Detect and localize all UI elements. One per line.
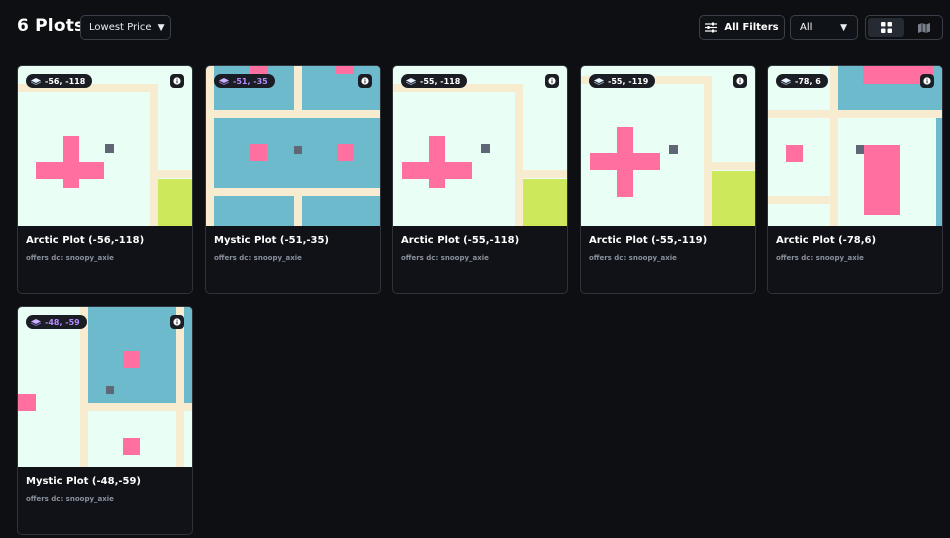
caret-down-icon: ▼	[840, 22, 847, 33]
info-icon	[548, 77, 556, 85]
plot-icon	[406, 77, 416, 85]
plot-name: Arctic Plot (-55,-119)	[589, 235, 708, 246]
coordinate-badge: -78, 6	[776, 74, 828, 88]
plot-icon	[31, 318, 41, 326]
plot-offer: offers dc: snoopy_axie	[776, 254, 864, 262]
plot-card[interactable]: -78, 6 Arctic Plot (-78,6) offers dc: sn…	[767, 65, 943, 294]
info-button[interactable]	[920, 74, 934, 88]
plot-map-thumbnail	[393, 66, 567, 226]
grid-icon	[880, 22, 892, 33]
info-icon	[736, 77, 744, 85]
plot-card[interactable]: -48, -59 Mystic Plot (-48,-59) offers dc…	[17, 306, 193, 535]
info-button[interactable]	[358, 74, 372, 88]
coordinate-text: -56, -118	[45, 76, 86, 86]
info-button[interactable]	[733, 74, 747, 88]
toolbar: 6 Plots Lowest Price ▼ All Filters All ▼	[0, 0, 950, 56]
plot-name: Arctic Plot (-56,-118)	[26, 235, 145, 246]
plot-card[interactable]: -56, -118 Arctic Plot (-56,-118) offers …	[17, 65, 193, 294]
sort-label: Lowest Price	[89, 22, 152, 33]
plot-card[interactable]: -55, -118 Arctic Plot (-55,-118) offers …	[392, 65, 568, 294]
all-filters-button[interactable]: All Filters	[699, 15, 785, 40]
coordinate-badge: -55, -118	[401, 74, 468, 88]
info-button[interactable]	[170, 315, 184, 329]
plot-type-value: All	[800, 22, 813, 33]
coordinate-badge: -56, -118	[26, 74, 93, 88]
plot-icon	[594, 77, 604, 85]
info-icon	[361, 77, 369, 85]
plot-name: Mystic Plot (-51,-35)	[214, 235, 329, 246]
plot-offer: offers dc: snoopy_axie	[589, 254, 677, 262]
map-icon	[918, 22, 930, 33]
page-title: 6 Plots	[17, 16, 85, 36]
info-icon	[173, 77, 181, 85]
plot-offer: offers dc: snoopy_axie	[214, 254, 302, 262]
plot-map-thumbnail	[581, 66, 755, 226]
plot-name: Arctic Plot (-55,-118)	[401, 235, 520, 246]
plot-card[interactable]: -55, -119 Arctic Plot (-55,-119) offers …	[580, 65, 756, 294]
info-button[interactable]	[170, 74, 184, 88]
grid-view-button[interactable]	[868, 18, 904, 37]
plot-offer: offers dc: snoopy_axie	[401, 254, 489, 262]
sort-dropdown[interactable]: Lowest Price ▼	[80, 15, 171, 40]
plot-offer: offers dc: snoopy_axie	[26, 254, 114, 262]
coordinate-text: -48, -59	[45, 317, 80, 327]
plot-icon	[219, 77, 229, 85]
map-view-button[interactable]	[906, 16, 942, 39]
plot-map-thumbnail	[18, 66, 192, 226]
view-toggle	[865, 15, 943, 40]
coordinate-text: -55, -119	[608, 76, 649, 86]
coordinate-badge: -51, -35	[214, 74, 275, 88]
plot-icon	[781, 77, 791, 85]
plot-name: Mystic Plot (-48,-59)	[26, 476, 141, 487]
plot-icon	[31, 77, 41, 85]
plot-map-thumbnail	[18, 307, 192, 467]
info-icon	[173, 318, 181, 326]
plot-map-thumbnail	[206, 66, 380, 226]
plot-map-thumbnail	[768, 66, 942, 226]
coordinate-badge: -48, -59	[26, 315, 87, 329]
info-button[interactable]	[545, 74, 559, 88]
caret-down-icon: ▼	[157, 22, 165, 33]
all-filters-label: All Filters	[724, 22, 779, 33]
coordinate-text: -51, -35	[233, 76, 268, 86]
coordinate-badge: -55, -119	[589, 74, 656, 88]
plot-type-select[interactable]: All ▼	[790, 15, 858, 40]
sliders-icon	[705, 22, 718, 33]
coordinate-text: -78, 6	[795, 76, 821, 86]
info-icon	[923, 77, 931, 85]
plot-card[interactable]: -51, -35 Mystic Plot (-51,-35) offers dc…	[205, 65, 381, 294]
coordinate-text: -55, -118	[420, 76, 461, 86]
plot-offer: offers dc: snoopy_axie	[26, 495, 114, 503]
plot-name: Arctic Plot (-78,6)	[776, 235, 877, 246]
